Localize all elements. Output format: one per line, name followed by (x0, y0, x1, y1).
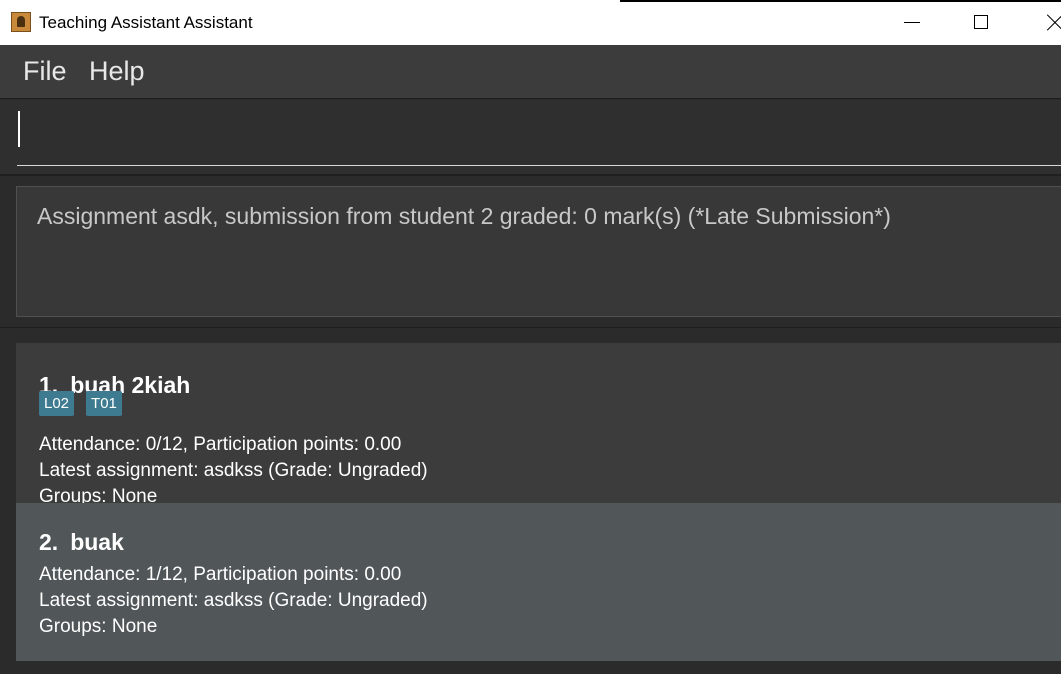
assignment-text: Latest assignment: asdkss (Grade: Ungrad… (39, 590, 428, 611)
menu-bar: File Help (0, 45, 1061, 99)
attendance-text: Attendance: 1/12, Participation points: … (39, 564, 402, 585)
menu-help[interactable]: Help (89, 55, 145, 87)
result-display: Assignment asdk, submission from student… (0, 178, 1061, 326)
maximize-icon[interactable] (953, 0, 1009, 45)
text-caret (18, 111, 20, 147)
command-box (0, 100, 1061, 176)
student-card-selected[interactable]: 2. buak Attendance: 1/12, Participation p… (16, 503, 1061, 661)
student-card[interactable]: 1. buah 2kiah L02 T01 Attendance: 0/12, P… (16, 343, 1061, 507)
tag-badge: L02 (39, 391, 75, 416)
close-icon[interactable] (1030, 0, 1061, 45)
attendance-text: Attendance: 0/12, Participation points: … (39, 434, 402, 455)
minimize-icon[interactable] (884, 0, 940, 45)
tag-badge: T01 (86, 391, 122, 416)
tag-list: L02 T01 (39, 391, 122, 416)
groups-text: Groups: None (39, 616, 158, 637)
student-name: buak (70, 529, 124, 555)
window-title: Teaching Assistant Assistant (39, 13, 253, 32)
assignment-text: Latest assignment: asdkss (Grade: Ungrad… (39, 460, 428, 481)
person-icon (11, 12, 31, 32)
student-index: 2. (39, 529, 59, 555)
menu-file[interactable]: File (23, 55, 67, 87)
app-window: Teaching Assistant Assistant File Help A… (0, 0, 1061, 674)
student-name-row: 2. buak (39, 528, 124, 556)
result-message: Assignment asdk, submission from student… (37, 203, 891, 229)
student-list[interactable]: 1. buah 2kiah L02 T01 Attendance: 0/12, P… (0, 327, 1061, 674)
command-input[interactable] (17, 108, 1061, 166)
title-bar[interactable]: Teaching Assistant Assistant (0, 0, 1061, 45)
result-box[interactable]: Assignment asdk, submission from student… (16, 186, 1061, 317)
